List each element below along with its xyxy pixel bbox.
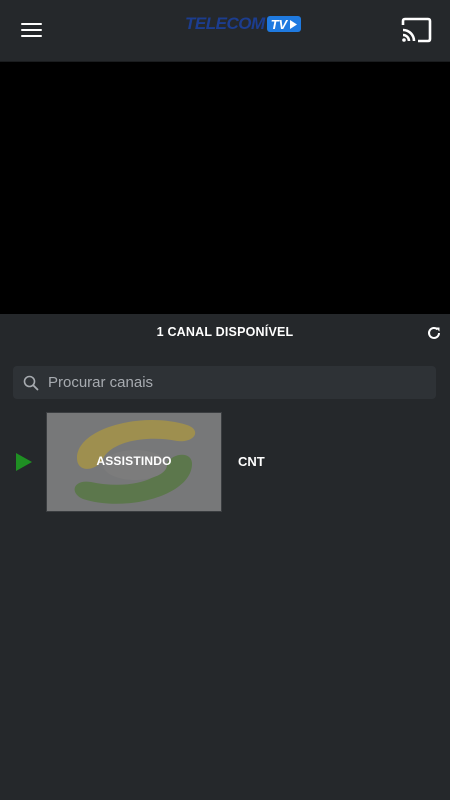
video-player[interactable] (0, 62, 450, 314)
hamburger-menu-icon (21, 23, 42, 25)
play-icon (16, 453, 32, 471)
app-logo: TELECOM TV (185, 13, 302, 35)
channels-header: 1 CANAL DISPONÍVEL (0, 315, 450, 351)
top-app-bar: TELECOM TV (0, 0, 450, 62)
cast-button[interactable] (399, 16, 433, 44)
logo-text: TELECOM (185, 14, 265, 33)
search-bar (13, 366, 436, 399)
channel-count-label: 1 CANAL DISPONÍVEL (156, 325, 294, 339)
logo-badge: TV (266, 16, 302, 32)
menu-button[interactable] (18, 18, 46, 44)
logo-play-icon (290, 19, 298, 29)
watching-label: ASSISTINDO (96, 454, 172, 468)
cast-icon (401, 17, 432, 43)
refresh-button[interactable] (426, 325, 442, 341)
channel-list-item[interactable]: ASSISTINDO CNT (0, 412, 450, 512)
refresh-icon (428, 326, 440, 339)
channel-thumbnail: ASSISTINDO (46, 412, 222, 512)
channel-name: CNT (238, 454, 265, 469)
search-input[interactable] (46, 373, 436, 392)
search-icon (23, 375, 39, 390)
